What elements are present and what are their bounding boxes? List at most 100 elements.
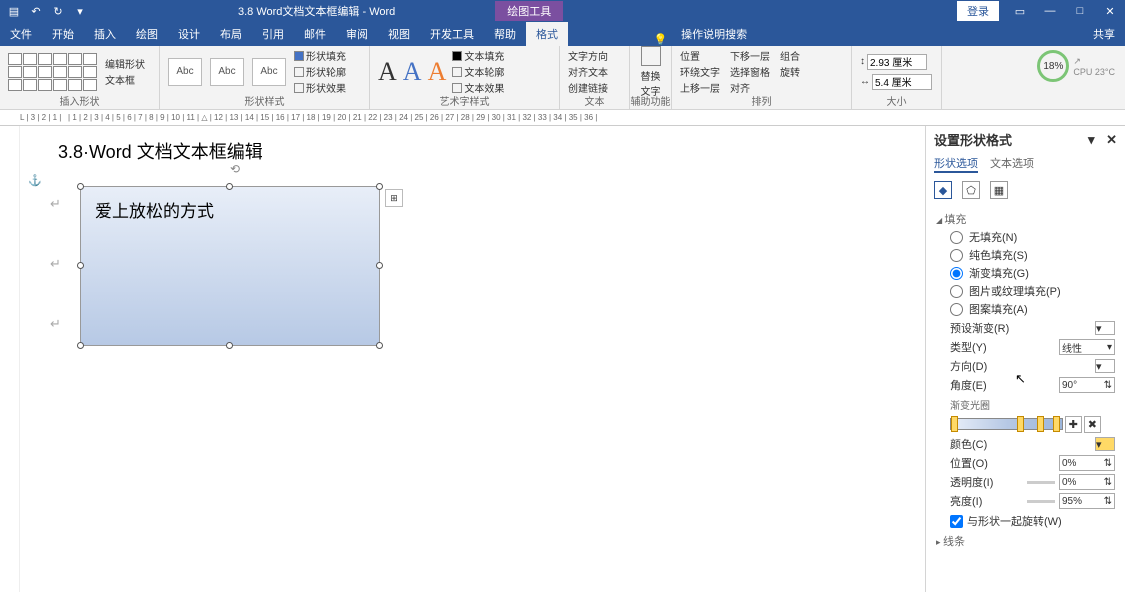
shape-width-input[interactable] [872,74,932,90]
tab-绘图[interactable]: 绘图 [126,22,168,46]
shape-style-3[interactable]: Abc [252,58,286,86]
shape-height-input[interactable] [867,54,927,70]
checkbox-rotate-with-shape[interactable]: 与形状一起旋转(W) [950,513,1115,529]
horizontal-ruler[interactable]: L | 3 | 2 | 1 | | 1 | 2 | 3 | 4 | 5 | 6 … [0,110,1125,126]
panel-dropdown-icon[interactable]: ▾ [1088,132,1095,147]
paragraph-mark: ↵ [50,196,61,212]
group-label-wordart: 艺术字样式 [370,93,559,108]
stop-color-picker[interactable]: ▾ [1095,437,1115,451]
effects-icon[interactable]: ⬠ [962,181,980,199]
qat-customize-icon[interactable]: ▾ [72,3,88,19]
save-icon[interactable]: ▤ [6,3,22,19]
gradient-angle-input[interactable]: 90°⇅ [1059,377,1115,393]
tab-视图[interactable]: 视图 [378,22,420,46]
add-stop-icon[interactable]: ✚ [1065,416,1082,433]
layout-options-button[interactable]: ⊞ [385,189,403,207]
brightness-slider[interactable] [1027,500,1055,503]
send-backward-button[interactable]: 下移一层 [730,48,770,63]
maximize-icon[interactable]: □ [1065,0,1095,22]
gradient-stop-4[interactable] [1053,416,1060,432]
position-button[interactable]: 位置 [680,48,720,63]
radio-picture-fill[interactable]: 图片或纹理填充(P) [950,283,1115,299]
fill-line-icon[interactable]: ◆ [934,181,952,199]
gradient-stop-1[interactable] [951,416,958,432]
vertical-ruler[interactable] [0,126,20,592]
tab-插入[interactable]: 插入 [84,22,126,46]
resize-handle-e[interactable] [376,262,383,269]
edit-shape-button[interactable]: 编辑形状 [105,56,145,71]
resize-handle-nw[interactable] [77,183,84,190]
gradient-stops-bar[interactable] [950,418,1063,430]
selection-pane-button[interactable]: 选择窗格 [730,64,770,79]
close-icon[interactable]: ✕ [1095,0,1125,22]
tab-文件[interactable]: 文件 [0,22,42,46]
section-fill[interactable]: 填充 [936,211,1115,227]
redo-icon[interactable]: ↻ [50,3,66,19]
contextual-tab-drawing[interactable]: 绘图工具 [495,1,563,21]
brightness-input[interactable]: 95%⇅ [1059,493,1115,509]
shape-fill-button[interactable]: 形状填充 [294,48,346,63]
radio-no-fill[interactable]: 无填充(N) [950,229,1115,245]
stop-position-input[interactable]: 0%⇅ [1059,455,1115,471]
rotate-button[interactable]: 旋转 [780,64,800,79]
radio-solid-fill[interactable]: 纯色填充(S) [950,247,1115,263]
radio-gradient-fill[interactable]: 渐变填充(G) [950,265,1115,281]
tab-审阅[interactable]: 审阅 [336,22,378,46]
resize-handle-s[interactable] [226,342,233,349]
wordart-style-3[interactable]: A [428,57,447,87]
login-button[interactable]: 登录 [957,1,999,21]
shapes-gallery[interactable] [8,53,97,91]
gradient-type-select[interactable]: 线性▾ [1059,339,1115,355]
tab-格式[interactable]: 格式 [526,22,568,46]
tab-text-options[interactable]: 文本选项 [990,155,1034,173]
gradient-direction-picker[interactable]: ▾ [1095,359,1115,373]
text-fill-button[interactable]: 文本填充 [452,48,504,63]
preset-gradient-picker[interactable]: ▾ [1095,321,1115,335]
ribbon-display-icon[interactable]: ▭ [1005,0,1035,22]
text-direction-button[interactable]: 文字方向 [568,48,621,63]
textbox-content[interactable]: 爱上放松的方式 [81,187,379,232]
wrap-text-button[interactable]: 环绕文字 [680,64,720,79]
resize-handle-w[interactable] [77,262,84,269]
tab-帮助[interactable]: 帮助 [484,22,526,46]
group-label-shape-styles: 形状样式 [160,93,369,108]
wordart-style-2[interactable]: A [403,57,422,87]
selected-textbox[interactable]: 爱上放松的方式 ⊞ [80,186,380,346]
textbox-button[interactable]: 文本框 [105,72,145,87]
resize-handle-ne[interactable] [376,183,383,190]
resize-handle-se[interactable] [376,342,383,349]
tab-开始[interactable]: 开始 [42,22,84,46]
panel-close-icon[interactable]: ✕ [1106,132,1117,147]
tab-设计[interactable]: 设计 [168,22,210,46]
wordart-style-1[interactable]: A [378,57,397,87]
transparency-slider[interactable] [1027,481,1055,484]
minimize-icon[interactable]: — [1035,0,1065,22]
share-button[interactable]: 共享 [1083,22,1125,46]
tab-布局[interactable]: 布局 [210,22,252,46]
undo-icon[interactable]: ↶ [28,3,44,19]
label-color: 颜色(C) [950,436,987,452]
rotate-handle-icon[interactable]: ⟲ [230,162,240,176]
shape-style-2[interactable]: Abc [210,58,244,86]
tab-邮件[interactable]: 邮件 [294,22,336,46]
resize-handle-sw[interactable] [77,342,84,349]
group-objects-button[interactable]: 组合 [780,48,800,63]
shape-outline-button[interactable]: 形状轮廓 [294,64,346,79]
document-area[interactable]: 3.8·Word 文档文本框编辑 ⟲ ⚓ ↵ ↵ ↵ 爱上放松的方式 ⊞ [20,126,925,592]
remove-stop-icon[interactable]: ✖ [1084,416,1101,433]
tab-shape-options[interactable]: 形状选项 [934,155,978,173]
alt-text-button[interactable]: 替换文字 [638,46,663,98]
transparency-input[interactable]: 0%⇅ [1059,474,1115,490]
align-text-button[interactable]: 对齐文本 [568,64,621,79]
section-line[interactable]: 线条 [936,533,1115,549]
shape-style-1[interactable]: Abc [168,58,202,86]
tell-me-search[interactable]: 操作说明搜索 [671,22,757,46]
text-outline-button[interactable]: 文本轮廓 [452,64,504,79]
tab-开发工具[interactable]: 开发工具 [420,22,484,46]
radio-pattern-fill[interactable]: 图案填充(A) [950,301,1115,317]
layout-props-icon[interactable]: ▦ [990,181,1008,199]
resize-handle-n[interactable] [226,183,233,190]
gradient-stop-2[interactable] [1017,416,1024,432]
gradient-stop-3[interactable] [1037,416,1044,432]
tab-引用[interactable]: 引用 [252,22,294,46]
